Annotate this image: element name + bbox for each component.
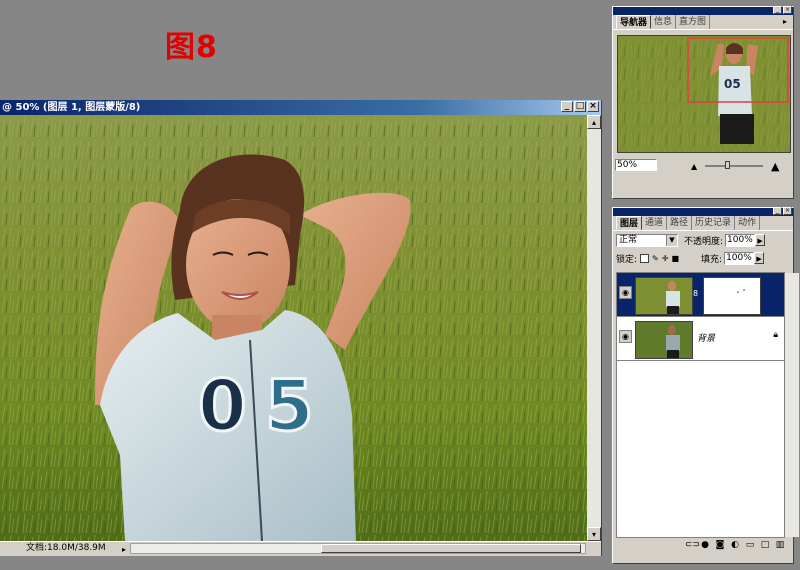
brush-icon[interactable]: ✎	[652, 254, 659, 263]
mask-icon[interactable]: ◙	[715, 540, 725, 552]
blend-opacity-row: 正常 ▼ 不透明度: 100% ▶	[616, 232, 766, 248]
svg-text:05: 05	[724, 77, 741, 91]
navigator-titlebar[interactable]: _ ×	[613, 6, 793, 15]
document-titlebar[interactable]: @ 50% (图层 1, 图层蒙版/8) _ □ ×	[0, 100, 601, 115]
navigator-menu-icon[interactable]: ▸	[783, 15, 793, 29]
tab-paths[interactable]: 路径	[667, 216, 693, 230]
folder-icon[interactable]: ▭	[745, 540, 755, 552]
trash-icon[interactable]: ▥	[775, 540, 785, 552]
close-button[interactable]: ×	[587, 101, 599, 112]
layers-scrollbar[interactable]	[785, 273, 799, 537]
adjustment-icon[interactable]: ◐	[730, 540, 740, 552]
layers-tabs: 图层 通道 路径 历史记录 动作	[613, 216, 793, 231]
tab-layers[interactable]: 图层	[616, 216, 643, 230]
tab-histogram[interactable]: 直方图	[676, 15, 711, 29]
tab-history[interactable]: 历史记录	[692, 216, 736, 230]
tab-info[interactable]: 信息	[651, 15, 677, 29]
layers-minimize-button[interactable]: _	[773, 207, 782, 215]
background-thumbnail	[635, 321, 693, 359]
figure-label: 图8	[165, 30, 218, 65]
visibility-eye-icon[interactable]: ◉	[619, 286, 632, 299]
tab-channels[interactable]: 通道	[642, 216, 668, 230]
lock-transparency-checkbox[interactable]	[640, 253, 650, 263]
opacity-label: 不透明度:	[684, 236, 724, 247]
tab-actions[interactable]: 动作	[735, 216, 761, 230]
navigator-preview[interactable]: 05	[617, 35, 791, 153]
lock-fill-row: 锁定: ✎ ✛ ■ 填充: 100% ▶	[616, 250, 765, 266]
horizontal-scrollbar[interactable]	[130, 543, 586, 554]
fx-icon[interactable]: ●	[700, 540, 710, 552]
blend-mode-select[interactable]: 正常 ▼	[616, 233, 678, 247]
zoom-field[interactable]: 50%	[615, 159, 657, 171]
maximize-button[interactable]: □	[574, 101, 586, 112]
fill-slider-button[interactable]: ▶	[754, 252, 765, 264]
horizontal-scroll-thumb[interactable]	[321, 544, 581, 553]
zoom-in-icon[interactable]: ▲	[771, 160, 779, 173]
opacity-field[interactable]: 100%	[725, 233, 756, 247]
document-size-info: 文档:18.0M/38.9M	[26, 543, 106, 553]
scroll-down-button[interactable]: ▾	[587, 527, 601, 541]
vertical-scrollbar[interactable]: ▴ ▾	[587, 115, 601, 541]
layers-titlebar[interactable]: _ ×	[613, 207, 793, 216]
zoom-slider-knob[interactable]	[725, 161, 730, 169]
layers-bottom-toolbar: ⊂⊃ ● ◙ ◐ ▭ □ ▥	[616, 540, 785, 552]
link-icon[interactable]: ⊂⊃	[685, 540, 700, 552]
layers-palette: _ × 图层 通道 路径 历史记录 动作 正常 ▼ 不透明度: 100% ▶ 锁…	[612, 207, 799, 564]
layer-name: 背景	[697, 334, 716, 344]
tab-navigator[interactable]: 导航器	[616, 15, 652, 29]
layer-lock-icon: 🔒︎	[773, 330, 778, 340]
visibility-eye-icon[interactable]: ◉	[619, 330, 632, 343]
layer-row-layer1[interactable]: ◉ 8	[617, 273, 784, 317]
layer-thumbnail	[635, 277, 693, 315]
navigator-close-button[interactable]: ×	[783, 6, 792, 14]
image-canvas[interactable]: 0 5	[0, 115, 587, 541]
blend-mode-value: 正常	[619, 234, 638, 245]
navigator-palette: _ × 导航器 信息 直方图 ▸ 05 50% ▲ ▲	[612, 6, 794, 199]
layers-close-button[interactable]: ×	[783, 207, 792, 215]
layer-row-background[interactable]: ◉ 背景 🔒︎	[617, 317, 784, 361]
fill-field[interactable]: 100%	[724, 251, 755, 265]
document-title: @ 50% (图层 1, 图层蒙版/8)	[2, 102, 141, 113]
chevron-down-icon: ▼	[666, 234, 677, 246]
move-icon[interactable]: ✛	[662, 254, 669, 263]
mask-link-icon[interactable]: 8	[693, 289, 698, 298]
window-buttons: _ □ ×	[561, 101, 599, 112]
navigator-thumbnail: 05	[618, 36, 790, 152]
lock-label: 锁定:	[616, 254, 638, 265]
opacity-slider-button[interactable]: ▶	[755, 234, 766, 246]
fill-label: 填充:	[701, 254, 723, 265]
document-window: @ 50% (图层 1, 图层蒙版/8) _ □ × 0 5 ▴ ▾ 文档:18…	[0, 100, 602, 556]
navigator-zoom-controls: 50% ▲ ▲	[615, 159, 791, 173]
navigator-minimize-button[interactable]: _	[773, 6, 782, 14]
zoom-out-icon[interactable]: ▲	[691, 162, 697, 171]
navigator-tabs: 导航器 信息 直方图 ▸	[613, 15, 793, 30]
svg-text:0: 0	[198, 365, 247, 447]
layers-list: ◉ 8 ◉ 背景 🔒︎	[616, 272, 799, 538]
minimize-button[interactable]: _	[561, 101, 573, 112]
svg-text:5: 5	[265, 365, 314, 447]
new-layer-icon[interactable]: □	[760, 540, 770, 552]
status-bar: 文档:18.0M/38.9M ▸	[0, 541, 601, 556]
lock-icon[interactable]: ■	[671, 254, 679, 263]
photo-wheat-field-girl: 0 5	[0, 115, 587, 541]
layer-mask-thumbnail[interactable]	[703, 277, 761, 315]
scroll-up-button[interactable]: ▴	[587, 115, 601, 129]
zoom-slider-track[interactable]	[705, 165, 763, 167]
